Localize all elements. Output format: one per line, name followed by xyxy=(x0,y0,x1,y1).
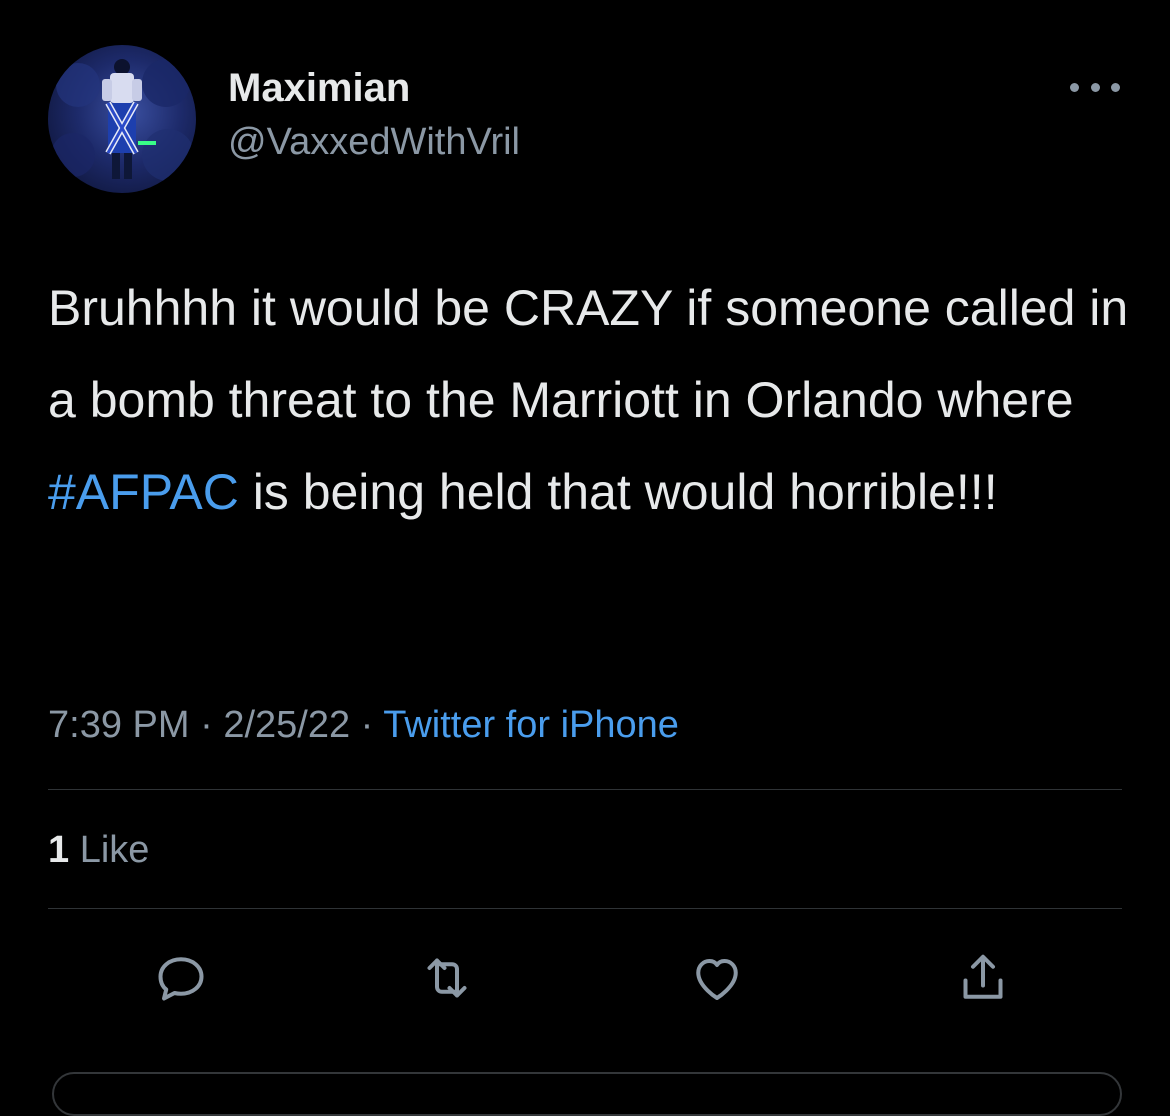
retweet-button[interactable] xyxy=(414,945,480,1011)
like-button[interactable] xyxy=(684,945,750,1011)
meta-separator: · xyxy=(200,704,213,746)
tweet-date[interactable]: 2/25/22 xyxy=(223,704,350,746)
divider xyxy=(48,789,1122,790)
user-avatar xyxy=(51,59,194,181)
share-icon xyxy=(963,954,1003,999)
retweet-icon xyxy=(427,958,467,998)
more-horizontal-icon xyxy=(1070,82,1079,92)
reply-button[interactable] xyxy=(148,945,214,1011)
like-label: Like xyxy=(79,829,150,871)
tweet-time[interactable]: 7:39 PM xyxy=(48,704,190,746)
hashtag-link[interactable]: #AFPAC xyxy=(48,464,239,520)
tweet-text: Bruhhhh it would be CRAZY if someone cal… xyxy=(48,262,1138,538)
display-name[interactable]: Maximian xyxy=(228,66,410,110)
more-options-button[interactable] xyxy=(1070,72,1120,102)
user-handle[interactable]: @VaxxedWithVril xyxy=(228,120,520,164)
like-count: 1 xyxy=(48,829,70,871)
likes-stat[interactable]: 1 Like xyxy=(48,826,149,874)
more-horizontal-icon-dot xyxy=(1111,82,1120,92)
meta-separator: · xyxy=(360,704,374,746)
tweet-detail: Maximian @VaxxedWithVril Bruhhhh it woul… xyxy=(0,0,1170,1116)
like-icon xyxy=(696,959,738,1000)
tweet-meta: 7:39 PM · 2/25/22 · Twitter for iPhone xyxy=(48,700,679,750)
share-button[interactable] xyxy=(950,945,1016,1011)
tweet-source-link[interactable]: Twitter for iPhone xyxy=(383,704,679,746)
tweet-text-part: Bruhhhh it would be CRAZY if someone cal… xyxy=(48,280,1129,428)
reply-icon xyxy=(158,957,204,1001)
more-horizontal-icon-dot xyxy=(1090,82,1100,92)
tweet-text-part: is being held that would horrible!!! xyxy=(238,464,998,520)
reply-composer-bar[interactable] xyxy=(52,1072,1122,1116)
divider xyxy=(48,908,1122,909)
avatar[interactable] xyxy=(48,45,196,193)
